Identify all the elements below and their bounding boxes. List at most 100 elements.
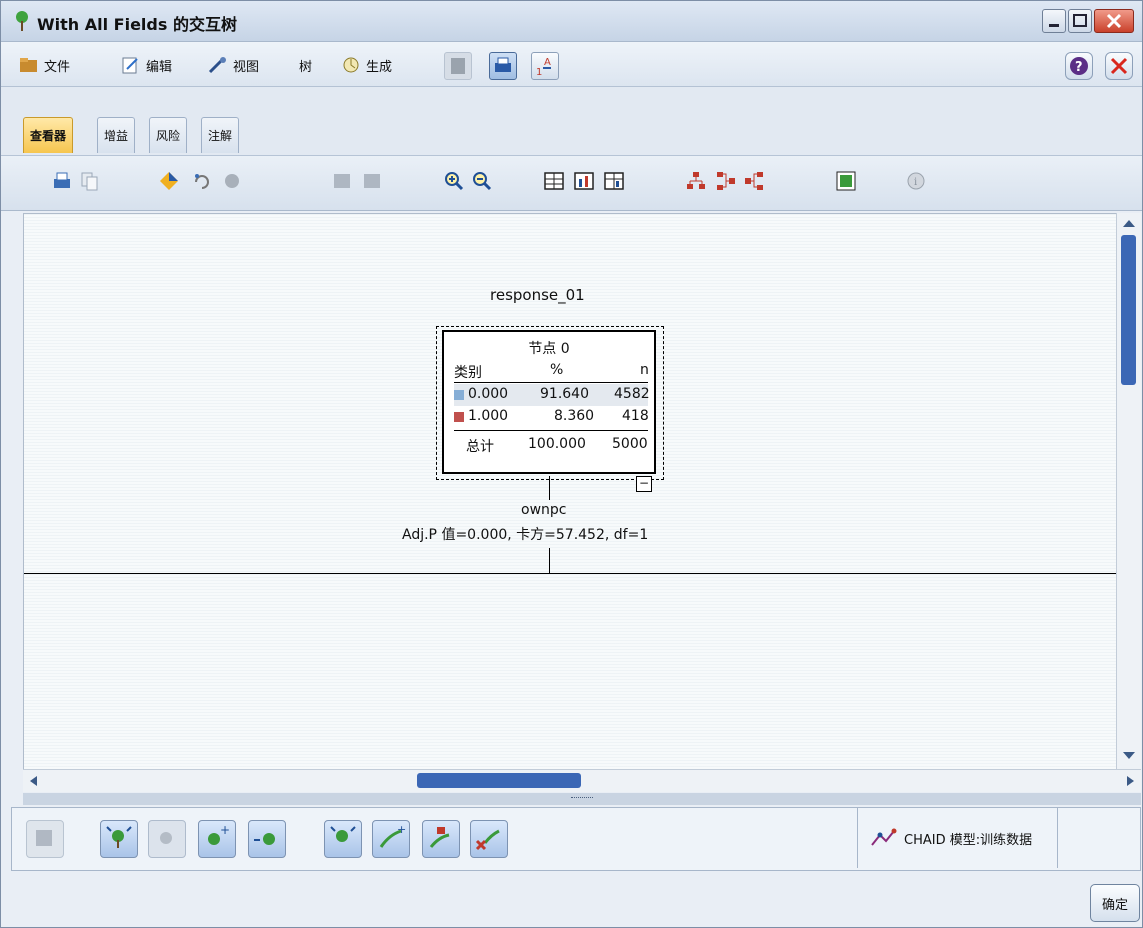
tree-window: With All Fields 的交互树 文件 编辑 视图 树 生成 A 1 ?…: [0, 0, 1143, 928]
node-title: 节点 0: [528, 341, 570, 357]
status-empty-cell: [1057, 808, 1140, 868]
help-button[interactable]: ?: [1065, 52, 1093, 80]
header-n: n: [640, 362, 649, 378]
close-window-button[interactable]: [1105, 52, 1133, 80]
sort-icon: A1: [536, 57, 551, 78]
vertical-scroll-thumb[interactable]: [1121, 235, 1136, 385]
info-icon[interactable]: i: [905, 170, 927, 192]
category-0: 0.000: [468, 386, 509, 402]
grid-disabled-icon-2[interactable]: [361, 170, 383, 192]
scroll-down-icon[interactable]: [1117, 747, 1141, 765]
menu-view[interactable]: 视图: [208, 54, 259, 76]
tab-annotation[interactable]: 注解: [201, 117, 240, 153]
svg-text:?: ?: [1075, 60, 1083, 75]
svg-text:+: +: [220, 823, 230, 837]
total-divider: [454, 430, 648, 431]
scroll-right-icon[interactable]: [1121, 770, 1139, 792]
tree-canvas[interactable]: response_01 节点 0 类别 % n 0.000 91.640 458…: [23, 213, 1117, 771]
menu-edit[interactable]: 编辑: [121, 54, 172, 76]
generate-icon: [343, 57, 359, 73]
svg-text:1: 1: [536, 67, 542, 78]
remove-sprout-button[interactable]: [470, 820, 508, 858]
grow-branch-icon: [160, 832, 172, 844]
bottom-toolbar: + + CHAID 模型:训练数据: [11, 807, 1141, 871]
node-row-0: 0.000 91.640 4582: [454, 384, 650, 406]
menu-generate[interactable]: 生成: [341, 54, 392, 76]
close-icon: [1106, 13, 1122, 29]
remove-branch-button[interactable]: [248, 820, 286, 858]
table-chart-view-icon[interactable]: [603, 170, 625, 192]
minimize-icon: [1049, 24, 1059, 27]
horizontal-scrollbar[interactable]: [23, 769, 1141, 792]
maximize-button[interactable]: [1068, 9, 1092, 33]
node-row-1: 1.000 8.360 418: [454, 406, 649, 428]
grow-branch-button-disabled[interactable]: [148, 820, 186, 858]
zoom-in-icon[interactable]: [443, 170, 465, 192]
edit-icon: [122, 57, 138, 74]
splitter-grip[interactable]: [571, 797, 593, 801]
node-header-row: 类别 % n: [454, 360, 649, 382]
color-palette-icon[interactable]: [158, 170, 180, 192]
zoom-out-icon[interactable]: [471, 170, 493, 192]
remove-node-icon: [254, 833, 275, 845]
pane-splitter[interactable]: [23, 793, 1141, 805]
tree-builder-button-disabled[interactable]: [26, 820, 64, 858]
horizontal-scroll-thumb[interactable]: [417, 773, 581, 788]
generate-model-button[interactable]: +: [372, 820, 410, 858]
category-swatch-0: [454, 390, 464, 400]
help-icon: ?: [1070, 57, 1088, 75]
tab-viewer[interactable]: 查看器: [23, 117, 74, 153]
close-button[interactable]: [1094, 9, 1134, 33]
table-view-icon[interactable]: [543, 170, 565, 192]
menu-generate-label: 生成: [366, 59, 393, 75]
total-label: 总计: [466, 439, 494, 455]
doc-icon: [451, 58, 465, 74]
menu-bar: 文件 编辑 视图 树 生成 A1 ?: [1, 42, 1142, 87]
scroll-up-icon[interactable]: [1117, 215, 1141, 233]
split-field-label: ownpc: [521, 502, 567, 518]
node-total-row: 总计 100.000 5000: [454, 434, 648, 456]
disabled-circle-icon[interactable]: [221, 170, 243, 192]
copy-icon[interactable]: [79, 170, 101, 192]
menu-tree[interactable]: 树: [299, 54, 312, 76]
chart-view-icon[interactable]: [573, 170, 595, 192]
rotate-icon[interactable]: [191, 170, 213, 192]
tree-map-icon[interactable]: [835, 170, 857, 192]
sort-button[interactable]: A1: [531, 52, 559, 80]
ok-button[interactable]: 确定: [1090, 884, 1140, 922]
scroll-left-icon[interactable]: [25, 770, 43, 792]
chaid-model-icon: [871, 828, 897, 846]
grow-tree-button[interactable]: [100, 820, 138, 858]
branch-line: [24, 573, 1116, 574]
svg-text:i: i: [914, 177, 917, 188]
model-status: CHAID 模型:训练数据: [857, 808, 1057, 868]
print-icon[interactable]: [51, 170, 73, 192]
tab-risk[interactable]: 风险: [149, 117, 188, 153]
folder-icon: [20, 58, 37, 72]
prune-tree-icon: [330, 826, 356, 842]
tree-node-0[interactable]: 节点 0 类别 % n 0.000 91.640 4582 1.000 8.36…: [442, 330, 656, 474]
vertical-scrollbar[interactable]: [1116, 213, 1141, 769]
header-divider: [454, 382, 648, 383]
collapse-toggle[interactable]: −: [636, 476, 652, 492]
menu-file[interactable]: 文件: [19, 54, 70, 76]
minimize-button[interactable]: [1042, 9, 1066, 33]
menu-view-label: 视图: [233, 59, 260, 75]
category-swatch-1: [454, 412, 464, 422]
print-view-button[interactable]: [489, 52, 517, 80]
red-x-icon: [1110, 57, 1128, 75]
n-0: 4582: [614, 386, 650, 402]
tab-bar: 查看器 增益 风险 注解: [1, 87, 1142, 155]
toolbar-button-disabled[interactable]: [444, 52, 472, 80]
target-field-label: response_01: [490, 286, 585, 304]
right-left-layout-icon[interactable]: [715, 170, 737, 192]
generate-select-button[interactable]: [422, 820, 460, 858]
grow-branch-custom-split-button[interactable]: +: [198, 820, 236, 858]
left-right-layout-icon[interactable]: [743, 170, 765, 192]
tab-gains[interactable]: 增益: [97, 117, 136, 153]
grid-disabled-icon[interactable]: [331, 170, 353, 192]
grow-tree-prune-button[interactable]: [324, 820, 362, 858]
top-down-layout-icon[interactable]: [685, 170, 707, 192]
pct-0: 91.640: [540, 386, 589, 402]
node-connector-top: [549, 476, 550, 500]
